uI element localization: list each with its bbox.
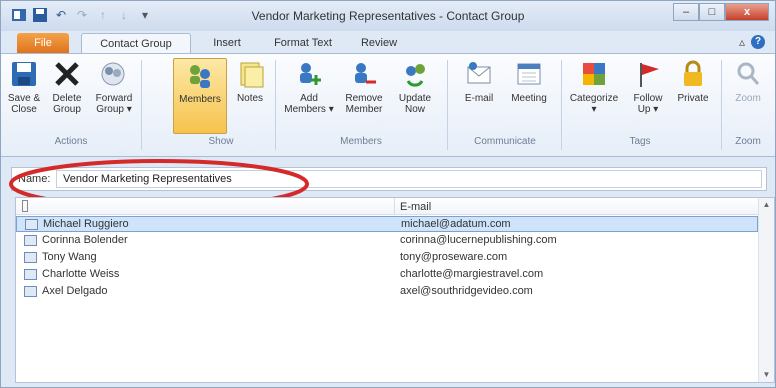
update-now-icon xyxy=(399,58,431,90)
meeting-icon xyxy=(513,58,545,90)
email-icon xyxy=(463,58,495,90)
vertical-scrollbar[interactable]: ▲ ▼ xyxy=(758,198,774,382)
notes-icon xyxy=(234,58,266,90)
meeting-button[interactable]: Meeting xyxy=(505,58,553,134)
save-icon xyxy=(8,58,40,90)
group-show: Show xyxy=(208,136,234,147)
scroll-up-icon[interactable]: ▲ xyxy=(761,200,772,210)
member-email: michael@adatum.com xyxy=(401,218,511,230)
notes-button[interactable]: Notes xyxy=(231,58,269,134)
tab-file[interactable]: File xyxy=(17,33,69,53)
ribbon: Save & Close Delete Group Forward Group … xyxy=(1,53,775,157)
group-members: Members xyxy=(340,136,382,147)
email-label: E-mail xyxy=(464,93,494,104)
private-label: Private xyxy=(677,93,709,104)
group-zoom: Zoom xyxy=(735,136,761,147)
contact-card-icon xyxy=(24,235,37,246)
save-close-button[interactable]: Save & Close xyxy=(5,58,43,134)
zoom-icon xyxy=(732,58,764,90)
maximize-button[interactable]: □ xyxy=(699,3,725,21)
delete-group-button[interactable]: Delete Group xyxy=(47,58,87,134)
tab-insert[interactable]: Insert xyxy=(197,33,257,53)
flag-icon xyxy=(632,58,664,90)
icon-column-header[interactable] xyxy=(22,200,28,212)
zoom-label: Zoom xyxy=(735,93,761,104)
forward-group-label: Forward Group ▾ xyxy=(95,93,133,115)
update-now-button[interactable]: Update Now xyxy=(393,58,437,134)
table-row[interactable]: Tony Wang tony@proseware.com xyxy=(16,250,758,266)
scroll-down-icon[interactable]: ▼ xyxy=(761,370,772,380)
save-close-label: Save & Close xyxy=(7,93,41,115)
member-name: Tony Wang xyxy=(42,251,97,263)
update-now-label: Update Now xyxy=(398,93,432,115)
zoom-button[interactable]: Zoom xyxy=(727,58,769,134)
ribbon-separator xyxy=(721,60,722,150)
group-tags: Tags xyxy=(629,136,651,147)
list-header: E-mail xyxy=(16,198,758,215)
collapse-ribbon-icon[interactable]: ▵ xyxy=(739,35,745,49)
delete-icon xyxy=(51,58,83,90)
member-name: Axel Delgado xyxy=(42,285,108,297)
member-name: Charlotte Weiss xyxy=(42,268,120,280)
tab-contact-group[interactable]: Contact Group xyxy=(81,33,191,53)
forward-icon xyxy=(98,58,130,90)
table-row[interactable]: Charlotte Weiss charlotte@margiestravel.… xyxy=(16,267,758,283)
follow-up-label: Follow Up ▾ xyxy=(633,93,663,115)
group-communicate: Communicate xyxy=(474,136,536,147)
forward-group-button[interactable]: Forward Group ▾ xyxy=(91,58,137,134)
member-email: axel@southridgevideo.com xyxy=(400,285,533,297)
follow-up-button[interactable]: Follow Up ▾ xyxy=(627,58,669,134)
minimize-button[interactable]: – xyxy=(673,3,699,21)
notes-label: Notes xyxy=(236,93,264,104)
contact-card-icon xyxy=(24,252,37,263)
remove-member-label: Remove Member xyxy=(345,93,383,115)
categorize-label: Categorize xyxy=(569,93,619,104)
private-button[interactable]: Private xyxy=(671,58,715,134)
member-name: Michael Ruggiero xyxy=(43,218,129,230)
email-button[interactable]: E-mail xyxy=(455,58,503,134)
add-members-icon xyxy=(293,58,325,90)
window-title: Vendor Marketing Representatives - Conta… xyxy=(251,9,525,23)
add-members-button[interactable]: Add Members ▾ xyxy=(283,58,335,134)
table-row[interactable]: Axel Delgado axel@southridgevideo.com xyxy=(16,284,758,300)
column-divider[interactable] xyxy=(394,198,395,215)
close-button[interactable]: x xyxy=(725,3,769,21)
ribbon-separator xyxy=(141,60,142,150)
email-column-header[interactable]: E-mail xyxy=(400,201,431,213)
ribbon-separator xyxy=(275,60,276,150)
contact-card-icon xyxy=(24,269,37,280)
ribbon-separator xyxy=(447,60,448,150)
lock-icon xyxy=(677,58,709,90)
categorize-icon xyxy=(578,58,610,90)
delete-group-label: Delete Group xyxy=(52,93,82,115)
members-icon xyxy=(184,59,216,91)
remove-member-icon xyxy=(348,58,380,90)
member-email: tony@proseware.com xyxy=(400,251,508,263)
add-members-label: Add Members ▾ xyxy=(284,93,334,115)
member-email: charlotte@margiestravel.com xyxy=(400,268,544,280)
title-bar: ↶ ↷ ↑ ↓ ▾ Vendor Marketing Representativ… xyxy=(1,1,775,31)
ribbon-tabs: File Contact Group Insert Format Text Re… xyxy=(1,31,775,53)
tab-format-text[interactable]: Format Text xyxy=(263,33,343,53)
contact-card-icon xyxy=(24,286,37,297)
categorize-dropdown-icon: ▾ xyxy=(591,104,597,115)
members-list: E-mail Michael Ruggiero michael@adatum.c… xyxy=(15,197,775,383)
table-row[interactable]: Corinna Bolender corinna@lucernepublishi… xyxy=(16,233,758,249)
table-row[interactable]: Michael Ruggiero michael@adatum.com xyxy=(16,216,758,232)
window-controls: – □ x xyxy=(673,3,769,21)
members-button[interactable]: Members xyxy=(173,58,227,134)
member-name: Corinna Bolender xyxy=(42,234,128,246)
help-area: ▵ ? xyxy=(739,35,765,49)
member-email: corinna@lucernepublishing.com xyxy=(400,234,557,246)
ribbon-separator xyxy=(561,60,562,150)
meeting-label: Meeting xyxy=(511,93,547,104)
remove-member-button[interactable]: Remove Member xyxy=(339,58,389,134)
help-icon[interactable]: ? xyxy=(751,35,765,49)
tab-review[interactable]: Review xyxy=(349,33,409,53)
members-label: Members xyxy=(179,94,221,105)
categorize-button[interactable]: Categorize ▾ xyxy=(565,58,623,134)
group-actions: Actions xyxy=(54,136,88,147)
contact-group-window: ↶ ↷ ↑ ↓ ▾ Vendor Marketing Representativ… xyxy=(0,0,776,388)
contact-card-icon xyxy=(25,219,38,230)
